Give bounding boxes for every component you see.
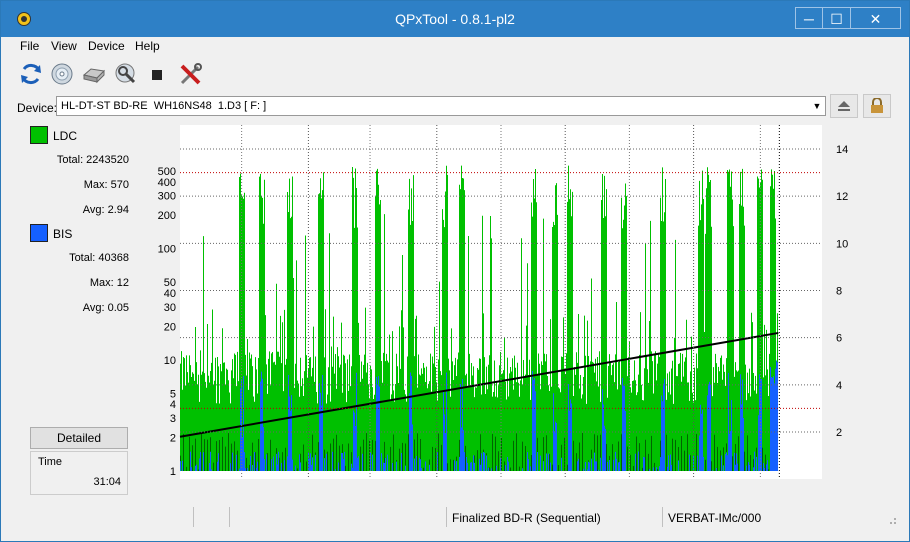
minimize-button[interactable]: ─ xyxy=(795,7,823,29)
menu-bar: File View Device Help xyxy=(1,37,909,55)
y-left-tick-label: 400 xyxy=(158,177,176,189)
stop-icon[interactable] xyxy=(144,61,170,87)
status-cell-1 xyxy=(11,507,193,527)
status-cell-2 xyxy=(193,507,229,527)
disc-icon[interactable] xyxy=(49,61,75,87)
ldc-total: Total: 2243520 xyxy=(56,154,129,166)
y-right-tick-label: 14 xyxy=(836,144,848,156)
close-button[interactable]: ✕ xyxy=(851,7,901,29)
drive-icon[interactable] xyxy=(81,61,107,87)
app-window: QPxTool - 0.8.1-pl2 ─ ☐ ✕ File View Devi… xyxy=(0,0,910,542)
y-left-tick-label: 100 xyxy=(158,244,176,256)
status-bar: Finalized BD-R (Sequential) VERBAT-IMc/0… xyxy=(11,507,899,527)
device-select[interactable]: HL-DT-ST BD-RE WH16NS48 1.D3 [ F: ] xyxy=(56,96,826,116)
time-box: Time 31:04 xyxy=(30,451,128,495)
device-value: HL-DT-ST BD-RE WH16NS48 1.D3 [ F: ] xyxy=(61,100,267,112)
y-right-tick-label: 6 xyxy=(836,333,842,345)
refresh-icon[interactable] xyxy=(18,61,44,87)
y-left-tick-label: 50 xyxy=(164,277,176,289)
y-right-tick-label: 12 xyxy=(836,191,848,203)
bis-avg: Avg: 0.05 xyxy=(82,302,129,314)
ldc-avg: Avg: 2.94 xyxy=(82,204,129,216)
y-left-tick-label: 1 xyxy=(170,466,176,478)
menu-help[interactable]: Help xyxy=(135,39,160,53)
y-right-tick-label: 10 xyxy=(836,238,848,250)
menu-view[interactable]: View xyxy=(51,39,77,53)
y-left-tick-label: 500 xyxy=(158,166,176,178)
device-label: Device: xyxy=(17,101,58,115)
ldc-label: LDC xyxy=(53,129,78,143)
y-left-tick-label: 5 xyxy=(170,388,176,400)
menu-device[interactable]: Device xyxy=(88,39,125,53)
y-left-tick-label: 200 xyxy=(158,210,176,222)
y-left-tick-label: 10 xyxy=(164,355,176,367)
ldc-max: Max: 570 xyxy=(83,179,129,191)
scan-icon[interactable] xyxy=(112,61,138,87)
y-left-tick-label: 3 xyxy=(170,413,176,425)
title-bar: QPxTool - 0.8.1-pl2 ─ ☐ ✕ xyxy=(1,1,909,37)
tools-icon[interactable] xyxy=(178,61,204,87)
ldc-bis-chart: 1234510203040501002003004005002468101214… xyxy=(158,125,848,479)
legend-panel: LDC Total: 2243520 Max: 570 Avg: 2.94 BI… xyxy=(23,123,135,497)
y-left-tick-label: 300 xyxy=(158,191,176,203)
bis-total: Total: 40368 xyxy=(69,252,129,264)
toolbar xyxy=(1,57,909,91)
bis-label: BIS xyxy=(53,227,73,241)
eject-button[interactable] xyxy=(830,94,858,118)
y-left-tick-label: 2 xyxy=(170,433,176,445)
detailed-button[interactable]: Detailed xyxy=(30,427,128,449)
y-right-tick-label: 4 xyxy=(836,380,842,392)
y-right-tick-label: 8 xyxy=(836,286,842,298)
status-cell-spacer xyxy=(229,507,446,527)
lock-icon xyxy=(871,97,883,113)
y-left-tick-label: 40 xyxy=(164,288,176,300)
resize-grip-icon[interactable] xyxy=(887,515,897,525)
menu-file[interactable]: File xyxy=(20,39,39,53)
bis-swatch xyxy=(30,224,48,242)
time-label: Time xyxy=(38,456,63,468)
y-left-tick-label: 30 xyxy=(164,302,176,314)
bis-max: Max: 12 xyxy=(89,277,129,289)
maximize-button[interactable]: ☐ xyxy=(823,7,851,29)
status-media-id: VERBAT-IMc/000 xyxy=(662,507,878,527)
window-title: QPxTool - 0.8.1-pl2 xyxy=(395,11,515,27)
time-value: 31:04 xyxy=(93,476,121,488)
status-disc-type: Finalized BD-R (Sequential) xyxy=(446,507,662,527)
chevron-down-icon[interactable]: ▼ xyxy=(809,96,825,116)
ldc-swatch xyxy=(30,126,48,144)
y-left-tick-label: 20 xyxy=(164,321,176,333)
eject-icon xyxy=(838,101,850,111)
lock-button[interactable] xyxy=(863,94,891,118)
y-left-tick-label: 4 xyxy=(170,399,176,411)
device-row: Device: HL-DT-ST BD-RE WH16NS48 1.D3 [ F… xyxy=(1,94,909,120)
y-right-tick-label: 2 xyxy=(836,427,842,439)
